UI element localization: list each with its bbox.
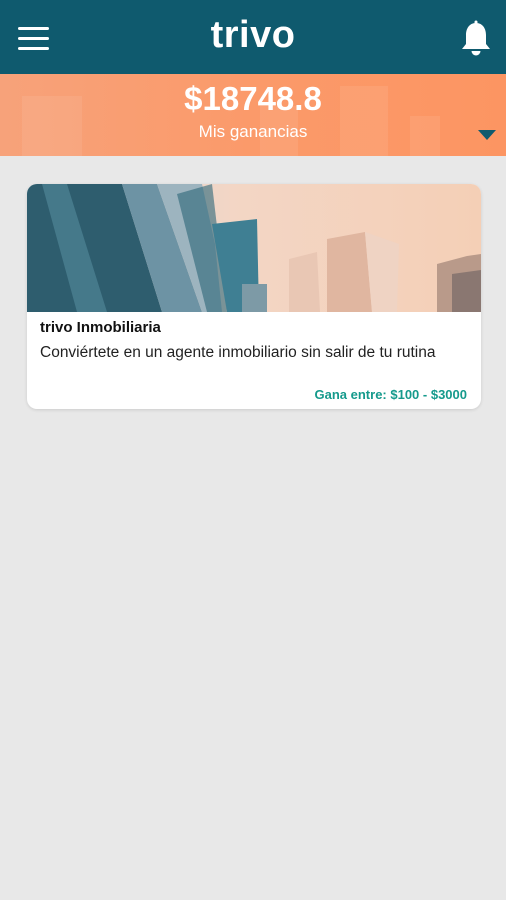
opportunity-card[interactable]: trivo Inmobiliaria Conviértete en un age… [27, 184, 481, 409]
earnings-banner: $18748.8 Mis ganancias [0, 74, 506, 156]
caret-down-icon[interactable] [478, 130, 496, 140]
earnings-amount: $18748.8 [184, 80, 322, 117]
app-header: trivo [0, 0, 506, 74]
app-brand-title: trivo [210, 14, 296, 56]
bell-icon[interactable] [459, 20, 493, 58]
card-earnings-range: Gana entre: $100 - $3000 [314, 387, 467, 402]
city-skyscrapers-image [27, 184, 481, 312]
card-title: trivo Inmobiliaria [40, 319, 161, 336]
card-description: Conviértete en un agente inmobiliario si… [40, 344, 436, 361]
earnings-label: Mis ganancias [198, 122, 308, 141]
